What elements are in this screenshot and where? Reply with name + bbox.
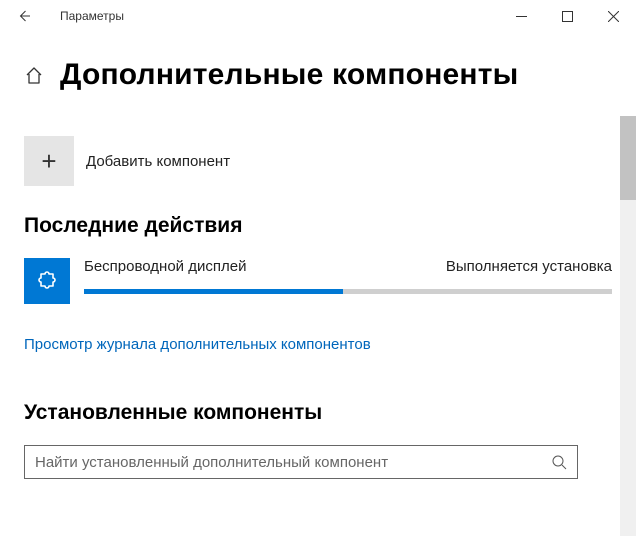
- minimize-icon: [516, 11, 527, 22]
- installed-heading: Установленные компоненты: [24, 401, 612, 425]
- search-box[interactable]: [24, 445, 578, 479]
- scrollbar-track[interactable]: [620, 116, 636, 536]
- progress-bar: [84, 289, 612, 294]
- close-icon: [608, 11, 619, 22]
- plus-icon: +: [24, 136, 74, 186]
- maximize-icon: [562, 11, 573, 22]
- titlebar: Параметры: [0, 0, 636, 32]
- arrow-left-icon: [16, 8, 32, 24]
- maximize-button[interactable]: [544, 0, 590, 32]
- app-title: Параметры: [60, 9, 124, 23]
- window-controls: [498, 0, 636, 32]
- search-icon[interactable]: [551, 454, 567, 470]
- recent-actions-heading: Последние действия: [24, 214, 612, 238]
- page-header: Дополнительные компоненты: [24, 58, 612, 92]
- progress-fill: [84, 289, 343, 294]
- minimize-button[interactable]: [498, 0, 544, 32]
- action-name: Беспроводной дисплей: [84, 258, 246, 275]
- search-input[interactable]: [35, 454, 543, 471]
- close-button[interactable]: [590, 0, 636, 32]
- action-status: Выполняется установка: [446, 258, 612, 275]
- titlebar-left: Параметры: [8, 0, 124, 32]
- scrollbar-thumb[interactable]: [620, 116, 636, 200]
- add-feature-label: Добавить компонент: [86, 153, 230, 170]
- home-icon[interactable]: [24, 65, 44, 85]
- recent-action-item[interactable]: Беспроводной дисплей Выполняется установ…: [24, 258, 612, 304]
- view-history-link[interactable]: Просмотр журнала дополнительных компонен…: [24, 336, 612, 353]
- action-body: Беспроводной дисплей Выполняется установ…: [84, 258, 612, 294]
- action-text-row: Беспроводной дисплей Выполняется установ…: [84, 258, 612, 275]
- back-button[interactable]: [8, 0, 40, 32]
- home-icon-svg: [24, 65, 44, 85]
- content-area: Дополнительные компоненты + Добавить ком…: [0, 32, 636, 479]
- puzzle-icon: [34, 268, 60, 294]
- add-feature-button[interactable]: + Добавить компонент: [24, 136, 612, 186]
- feature-icon: [24, 258, 70, 304]
- page-title: Дополнительные компоненты: [60, 58, 518, 92]
